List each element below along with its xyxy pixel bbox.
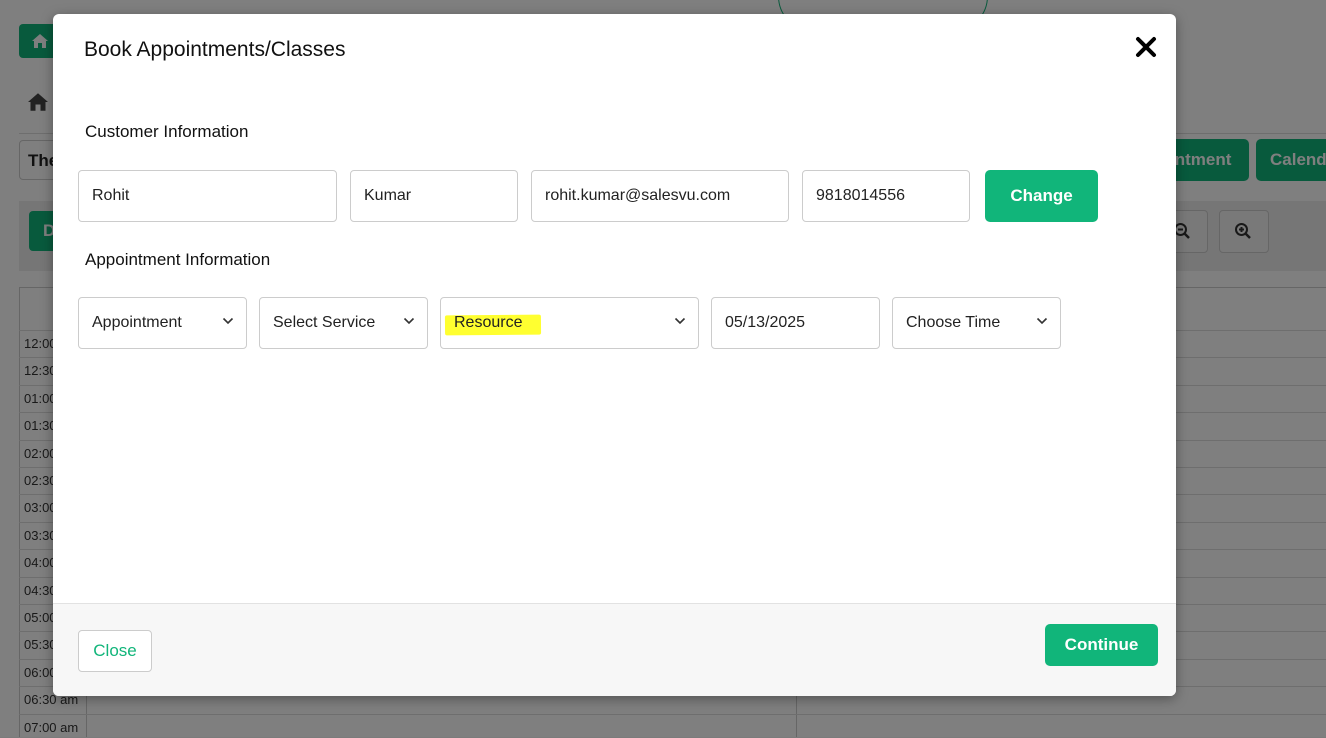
resource-select[interactable]: Resource: [440, 297, 699, 349]
chevron-down-icon: [222, 317, 234, 325]
continue-button[interactable]: Continue: [1045, 624, 1158, 666]
time-select[interactable]: Choose Time: [892, 297, 1061, 349]
modal-footer: Close Continue: [53, 603, 1176, 696]
chevron-down-icon: [1036, 317, 1048, 325]
book-appointment-modal: Book Appointments/Classes Customer Infor…: [53, 14, 1176, 696]
chevron-down-icon: [674, 317, 686, 325]
service-select[interactable]: Select Service: [259, 297, 428, 349]
phone-field[interactable]: [802, 170, 970, 222]
time-value: Choose Time: [906, 314, 1001, 331]
last-name-field[interactable]: [350, 170, 518, 222]
appointment-info-heading: Appointment Information: [85, 250, 271, 269]
customer-info-heading: Customer Information: [85, 122, 249, 141]
first-name-field[interactable]: [78, 170, 337, 222]
date-field[interactable]: [711, 297, 880, 349]
email-field[interactable]: [531, 170, 789, 222]
service-value: Select Service: [273, 314, 376, 331]
modal-title: Book Appointments/Classes: [84, 38, 346, 61]
close-icon[interactable]: [1133, 34, 1159, 60]
change-customer-button[interactable]: Change: [985, 170, 1098, 222]
chevron-down-icon: [403, 317, 415, 325]
resource-value: Resource: [454, 314, 523, 331]
close-button[interactable]: Close: [78, 630, 152, 672]
appointment-type-select[interactable]: Appointment: [78, 297, 247, 349]
appointment-type-value: Appointment: [92, 314, 182, 331]
